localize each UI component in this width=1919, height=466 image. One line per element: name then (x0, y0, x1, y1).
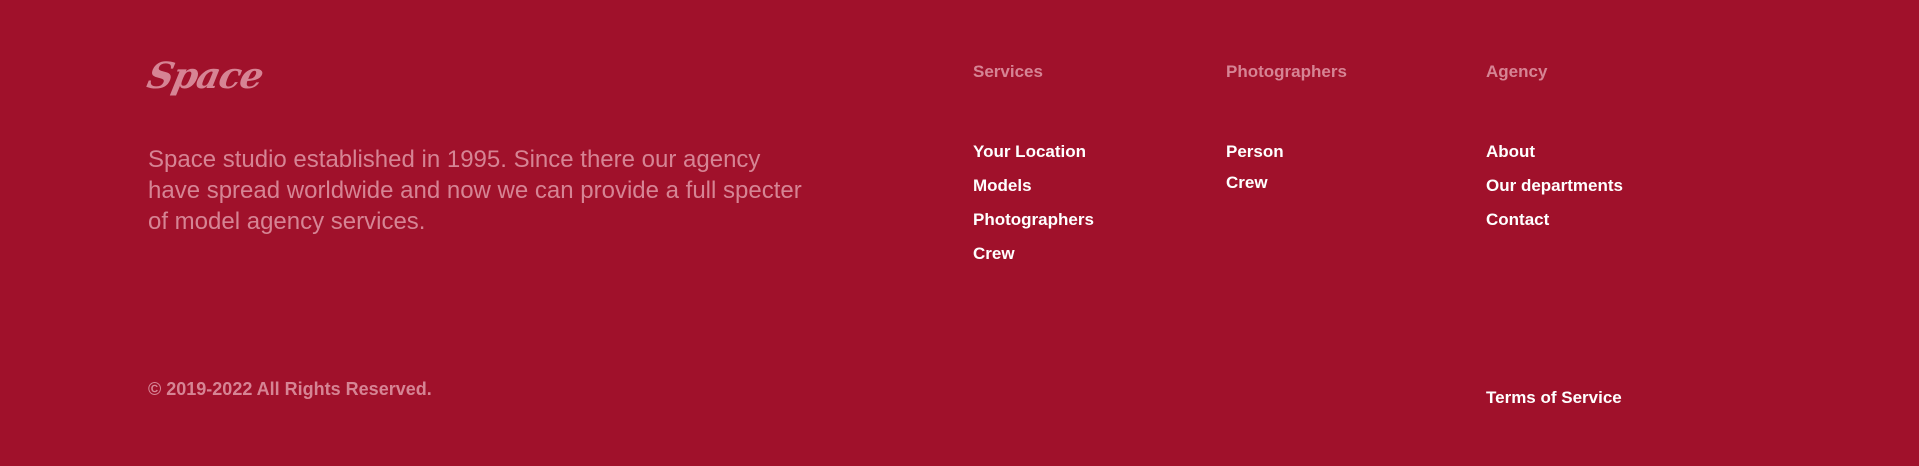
link-models[interactable]: Models (973, 176, 1094, 196)
column-heading-services: Services (973, 62, 1043, 81)
footer-column-agency: Agency About Our departments Contact (1486, 62, 1623, 244)
link-contact[interactable]: Contact (1486, 210, 1623, 230)
footer-column-services: Services Your Location Models Photograph… (973, 62, 1094, 278)
about-text: Space studio established in 1995. Since … (148, 146, 802, 235)
column-heading-photographers: Photographers (1226, 62, 1347, 81)
terms-of-service-link[interactable]: Terms of Service (1486, 388, 1622, 408)
copyright-text: © 2019-2022 All Rights Reserved. (148, 379, 432, 399)
footer-column-photographers: Photographers Person Crew (1226, 62, 1347, 204)
link-person[interactable]: Person (1226, 142, 1347, 162)
link-your-location[interactable]: Your Location (973, 142, 1094, 162)
link-crew-photographers[interactable]: Crew (1226, 173, 1347, 193)
brand-logo[interactable]: Space (144, 55, 267, 97)
link-crew[interactable]: Crew (973, 244, 1094, 264)
link-photographers[interactable]: Photographers (973, 210, 1094, 230)
link-about[interactable]: About (1486, 142, 1623, 162)
column-heading-agency: Agency (1486, 62, 1548, 81)
link-our-departments[interactable]: Our departments (1486, 176, 1623, 196)
